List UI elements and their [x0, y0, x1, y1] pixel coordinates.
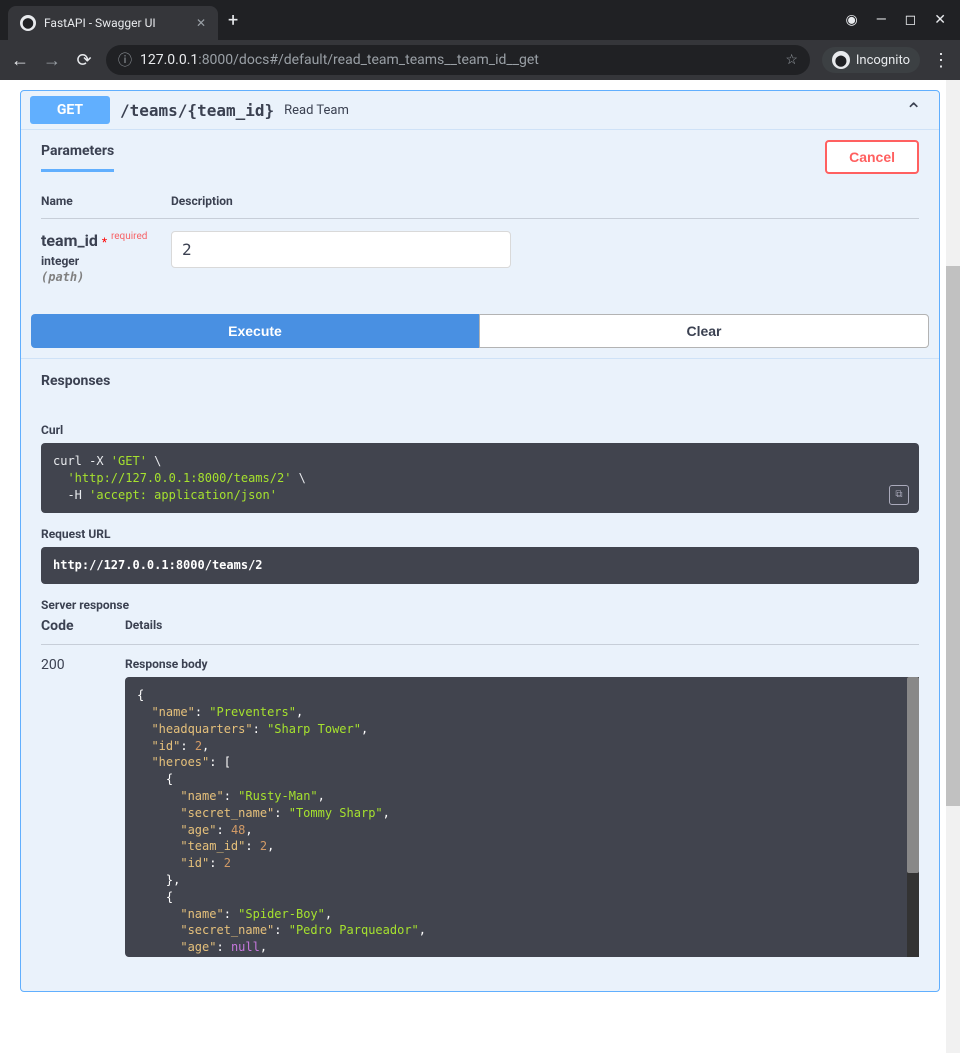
curl-code-block: curl -X 'GET' \ 'http://127.0.0.1:8000/t… — [41, 443, 919, 513]
param-location: (path) — [41, 270, 171, 284]
site-info-icon[interactable]: ⓘ — [118, 50, 132, 70]
chevron-up-icon[interactable]: ⌃ — [905, 98, 922, 122]
tab-title: FastAPI - Swagger UI — [44, 16, 156, 30]
column-header-code: Code — [41, 618, 125, 634]
response-status-code: 200 — [41, 657, 125, 673]
responses-title: Responses — [41, 373, 919, 389]
request-url-block: http://127.0.0.1:8000/teams/2 — [41, 547, 919, 584]
http-method-badge: GET — [30, 96, 110, 124]
curl-label: Curl — [41, 423, 919, 437]
browser-menu-icon[interactable]: ⋮ — [932, 50, 950, 71]
response-scrollbar[interactable] — [907, 677, 919, 957]
team-id-input[interactable] — [171, 231, 511, 268]
tab-favicon: ⬤ — [20, 15, 36, 31]
execute-button[interactable]: Execute — [31, 314, 479, 348]
back-icon[interactable]: ← — [10, 50, 30, 71]
clear-button[interactable]: Clear — [479, 314, 929, 348]
endpoint-summary: Read Team — [284, 103, 349, 118]
window-controls: ◉ — ◻ ✕ — [845, 12, 952, 28]
column-header-name: Name — [41, 194, 171, 208]
operation-summary[interactable]: GET /teams/{team_id} Read Team ⌃ — [21, 91, 939, 129]
url-host: 127.0.0.1 — [140, 52, 198, 68]
bookmark-star-icon[interactable]: ☆ — [785, 52, 798, 68]
column-header-details: Details — [125, 618, 162, 634]
response-body-label: Response body — [125, 657, 919, 671]
incognito-label: Incognito — [856, 53, 910, 68]
address-bar: ← → ⟳ ⓘ 127.0.0.1:8000/docs#/default/rea… — [0, 40, 960, 80]
parameters-tab[interactable]: Parameters — [41, 143, 114, 172]
new-tab-button[interactable]: + — [228, 10, 238, 31]
incognito-badge[interactable]: ⬤ Incognito — [822, 47, 920, 73]
forward-icon[interactable]: → — [42, 50, 62, 71]
required-label: required — [111, 231, 147, 242]
close-tab-icon[interactable]: ✕ — [196, 16, 206, 30]
copy-curl-icon[interactable]: ⧉ — [889, 485, 909, 505]
responses-section-header: Responses — [21, 358, 939, 403]
incognito-icon: ⬤ — [832, 51, 850, 69]
operation-block: GET /teams/{team_id} Read Team ⌃ Paramet… — [20, 90, 940, 992]
reload-icon[interactable]: ⟳ — [74, 50, 94, 71]
url-path: :8000/docs#/default/read_team_teams__tea… — [198, 52, 539, 68]
required-star-icon: * — [102, 235, 107, 249]
close-window-icon[interactable]: ✕ — [934, 12, 946, 28]
param-type: integer — [41, 254, 171, 268]
parameter-row: team_id * required integer (path) — [41, 231, 919, 284]
column-header-description: Description — [171, 194, 233, 208]
browser-title-bar: ⬤ FastAPI - Swagger UI ✕ + ◉ — ◻ ✕ — [0, 0, 960, 40]
page-scrollbar[interactable] — [946, 80, 960, 1053]
minimize-icon[interactable]: — — [876, 12, 887, 28]
request-url-label: Request URL — [41, 527, 919, 541]
response-body-block[interactable]: { "name": "Preventers", "headquarters": … — [125, 677, 919, 957]
param-name: team_id — [41, 231, 98, 250]
page-viewport[interactable]: GET /teams/{team_id} Read Team ⌃ Paramet… — [0, 80, 960, 1053]
url-input[interactable]: ⓘ 127.0.0.1:8000/docs#/default/read_team… — [106, 45, 810, 75]
cancel-button[interactable]: Cancel — [825, 140, 919, 174]
browser-account-icon[interactable]: ◉ — [845, 12, 857, 28]
server-response-label: Server response — [41, 598, 919, 612]
maximize-icon[interactable]: ◻ — [905, 12, 917, 28]
endpoint-path: /teams/{team_id} — [120, 101, 274, 120]
browser-tab[interactable]: ⬤ FastAPI - Swagger UI ✕ — [8, 6, 218, 40]
